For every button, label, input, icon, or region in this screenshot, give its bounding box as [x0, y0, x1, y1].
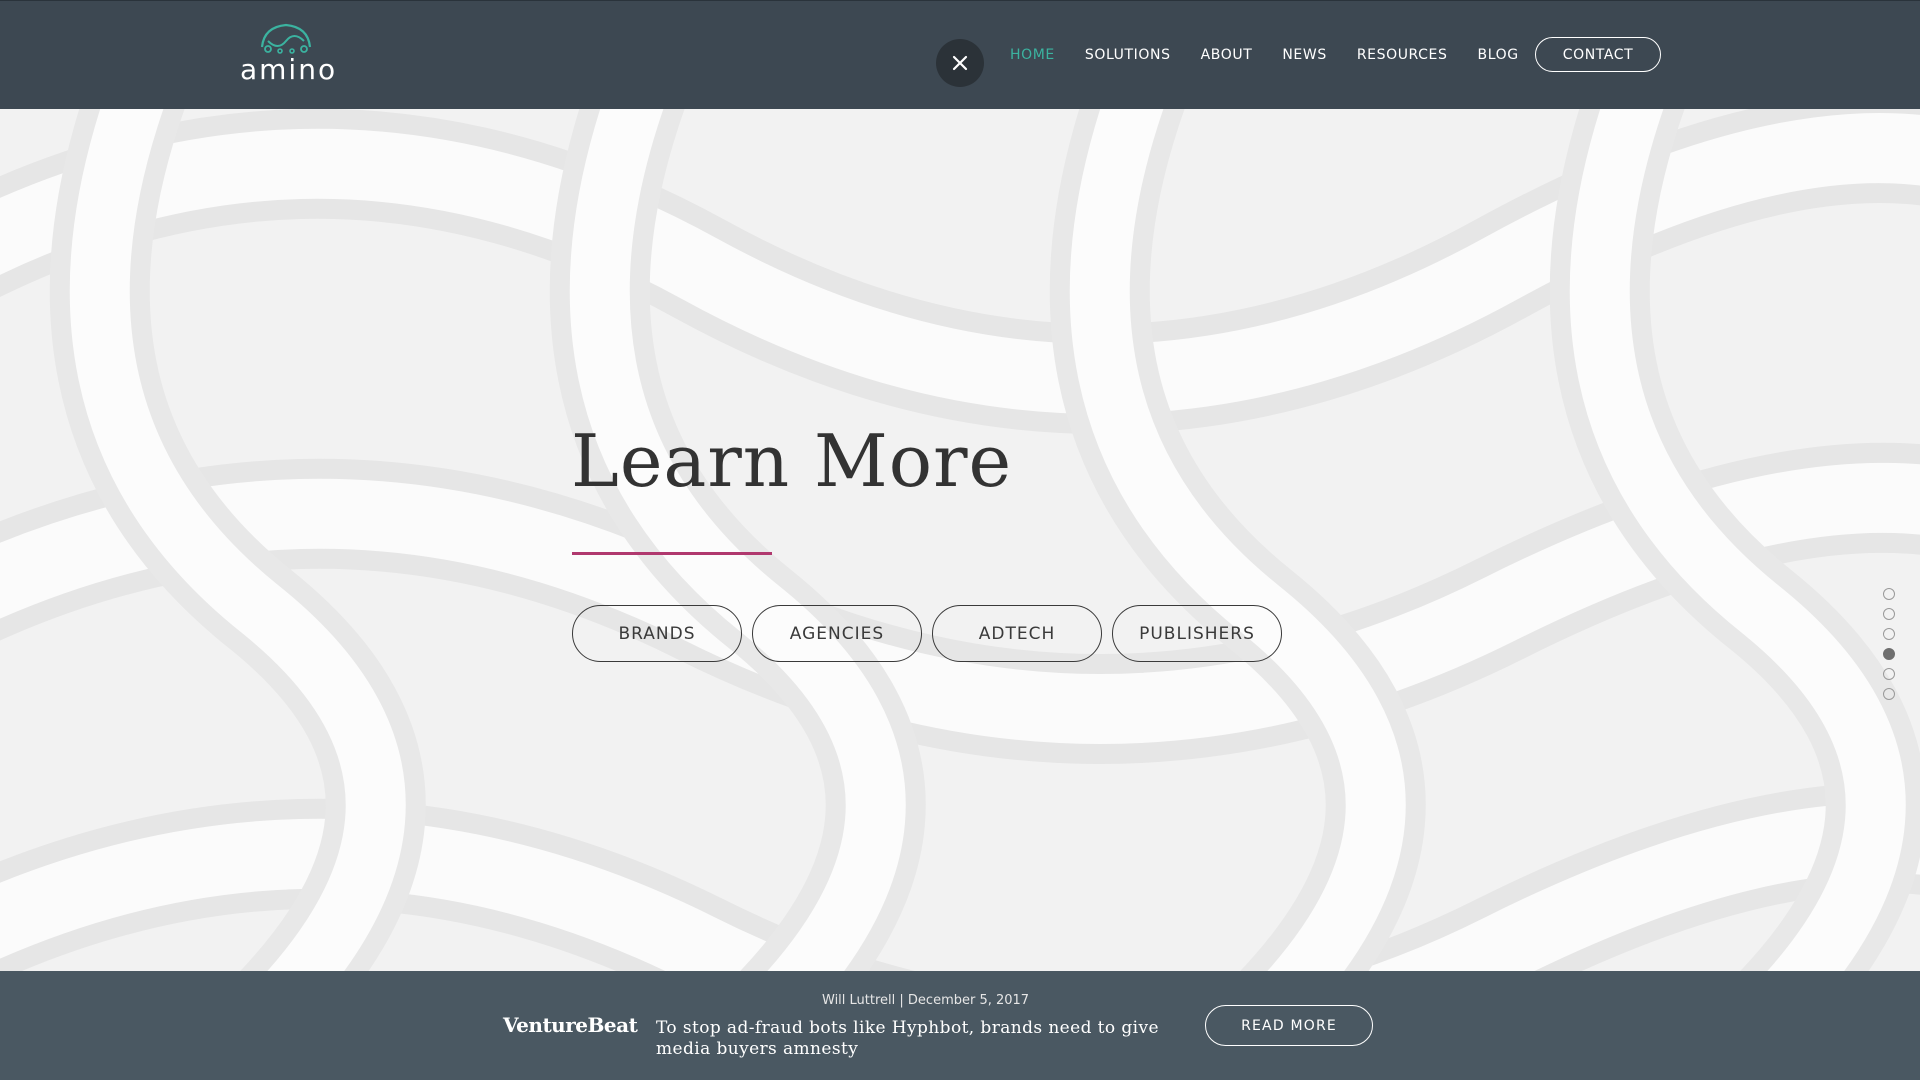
- news-bar: Will Luttrell | December 5, 2017 Venture…: [0, 971, 1920, 1080]
- section-dot-1[interactable]: [1883, 588, 1895, 600]
- venturebeat-logo: VentureBeat: [503, 1013, 638, 1037]
- site-header: amino HOME SOLUTIONS ABOUT NEWS RESOURCE…: [0, 0, 1920, 109]
- nav-resources[interactable]: RESOURCES: [1357, 47, 1448, 63]
- contact-button[interactable]: CONTACT: [1535, 37, 1661, 72]
- close-icon: [952, 55, 968, 71]
- nav-home[interactable]: HOME: [1010, 47, 1055, 63]
- nav-solutions[interactable]: SOLUTIONS: [1085, 47, 1171, 63]
- main-nav: HOME SOLUTIONS ABOUT NEWS RESOURCES BLOG: [1010, 45, 1549, 65]
- woven-background-image: [0, 109, 1920, 971]
- section-dot-2[interactable]: [1883, 608, 1895, 620]
- section-dot-6[interactable]: [1883, 688, 1895, 700]
- news-headline[interactable]: To stop ad-fraud bots like Hyphbot, bran…: [656, 1018, 1186, 1060]
- nav-blog[interactable]: BLOG: [1477, 47, 1518, 63]
- section-dot-5[interactable]: [1883, 668, 1895, 680]
- close-menu-button[interactable]: [936, 39, 984, 87]
- read-more-button[interactable]: READ MORE: [1205, 1005, 1373, 1046]
- publishers-button[interactable]: PUBLISHERS: [1112, 605, 1282, 662]
- news-byline: Will Luttrell | December 5, 2017: [822, 993, 1030, 1008]
- hero-section: Learn More BRANDS AGENCIES ADTECH PUBLIS…: [0, 109, 1920, 971]
- section-dot-4[interactable]: [1883, 648, 1895, 660]
- section-dot-3[interactable]: [1883, 628, 1895, 640]
- adtech-button[interactable]: ADTECH: [932, 605, 1102, 662]
- page: amino HOME SOLUTIONS ABOUT NEWS RESOURCE…: [0, 0, 1920, 1080]
- agencies-button[interactable]: AGENCIES: [752, 605, 922, 662]
- title-underline: [572, 552, 772, 555]
- logo-wordmark: amino: [240, 53, 338, 86]
- brands-button[interactable]: BRANDS: [572, 605, 742, 662]
- section-dot-nav: [1883, 588, 1895, 708]
- nav-about[interactable]: ABOUT: [1201, 47, 1253, 63]
- amino-logo-icon: [260, 23, 312, 54]
- audience-buttons: BRANDS AGENCIES ADTECH PUBLISHERS: [572, 605, 1292, 662]
- hero-title: Learn More: [571, 419, 1013, 503]
- nav-news[interactable]: NEWS: [1282, 47, 1326, 63]
- amino-logo[interactable]: amino: [238, 21, 338, 86]
